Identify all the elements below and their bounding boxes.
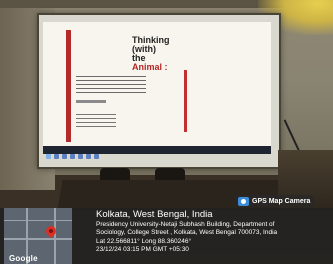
map-road: [4, 220, 72, 221]
windows-taskbar: [43, 146, 271, 159]
taskbar-icon: [86, 154, 91, 159]
slide-title: Thinking (with) the Animal :: [132, 36, 212, 72]
start-icon: [46, 154, 51, 159]
address-line: Presidency University-Netaji Subhash Bui…: [96, 221, 275, 228]
gps-camera-badge: GPS Map Camera: [236, 195, 315, 207]
map-attribution: Google: [9, 254, 38, 263]
camera-icon: [238, 196, 249, 206]
coordinates: Lat 22.566811° Long 88.360246°: [96, 237, 192, 245]
slide-title-line: Animal :: [132, 62, 168, 72]
slide-subtitle-lines: [76, 76, 146, 94]
timestamp: 23/12/24 03:15 PM GMT +05:30: [96, 246, 189, 254]
location-title: Kolkata, West Bengal, India: [96, 209, 213, 220]
taskbar-icon: [94, 154, 99, 159]
slide-author-line: [76, 100, 106, 103]
taskbar-icon: [78, 154, 83, 159]
map-road: [54, 208, 56, 264]
address-line: Sociology, College Street , Kolkata, Wes…: [96, 229, 278, 237]
map-road: [4, 238, 72, 240]
slide-red-bar: [184, 70, 187, 132]
taskbar-icon: [62, 154, 67, 159]
slide-red-band: [66, 30, 71, 142]
taskbar-icon: [70, 154, 75, 159]
slide-footer-lines: [76, 114, 116, 128]
badge-label: GPS Map Camera: [252, 197, 311, 205]
geotag-text: Kolkata, West Bengal, India Presidency U…: [96, 209, 330, 255]
taskbar-icon: [54, 154, 59, 159]
